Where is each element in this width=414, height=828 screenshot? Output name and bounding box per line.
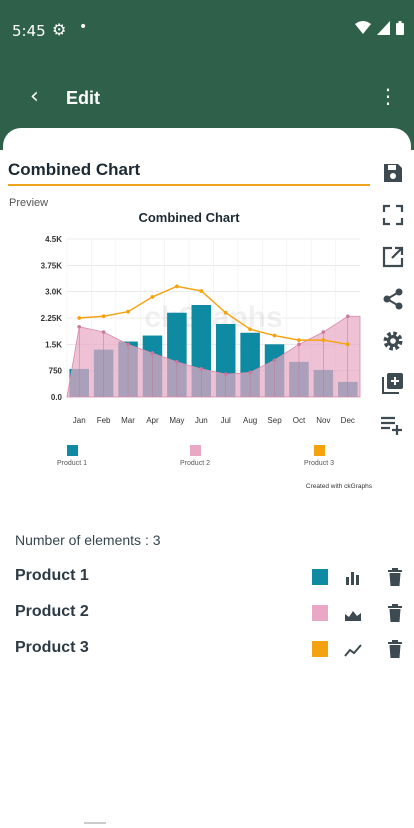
area-point xyxy=(345,314,350,319)
element-name: Product 1 xyxy=(15,567,89,584)
y-tick-label: 1.5K xyxy=(45,340,62,349)
area-point xyxy=(101,330,106,334)
x-tick-label: Sep xyxy=(267,416,282,425)
element-name: Product 3 xyxy=(15,639,89,656)
x-tick-label: Feb xyxy=(97,416,111,425)
line-point xyxy=(101,314,106,319)
line-point xyxy=(126,309,130,314)
more-options-icon[interactable]: ⋮ xyxy=(378,84,398,108)
line-point xyxy=(199,289,204,293)
y-tick-label: 750 xyxy=(49,367,63,376)
element-count: Number of elements : 3 xyxy=(15,532,161,548)
x-tick-label: Aug xyxy=(243,416,257,425)
area-point xyxy=(126,342,130,347)
chart-plot: 0.0 750 1.5K 2.25K 3.0K 3.75K 4.5K ckGraphs Jan F… xyxy=(41,235,361,425)
area-point xyxy=(199,367,204,371)
line-point xyxy=(248,327,253,332)
toolbar-title: Edit xyxy=(66,88,100,108)
chart-preview: Combined Chart 0.0 750 1.5K 2.25K 3.0K 3.75K 4… xyxy=(6,205,372,495)
legend-swatch xyxy=(313,445,325,456)
area-point xyxy=(272,358,277,362)
line-point xyxy=(272,333,277,338)
x-tick-label: Oct xyxy=(293,416,306,425)
line-point xyxy=(174,284,179,289)
toolbar: ‹ Edit ⋮ xyxy=(0,78,414,122)
x-tick-label: Dec xyxy=(341,416,355,425)
line-point xyxy=(77,316,82,320)
legend-label: Product 2 xyxy=(180,460,210,467)
x-tick-label: Jul xyxy=(221,416,231,425)
x-tick-label: Mar xyxy=(121,416,135,425)
area-point xyxy=(175,360,179,364)
signal-icon xyxy=(377,21,390,35)
delete-icon[interactable] xyxy=(387,568,403,586)
chart-credit: Created with ckGraphs xyxy=(305,483,372,490)
chart-title: Combined Chart xyxy=(138,210,240,225)
x-tick-label: Jan xyxy=(73,416,86,425)
y-tick-label: 4.5K xyxy=(45,235,62,244)
delete-icon[interactable] xyxy=(387,604,403,622)
x-tick-label: Nov xyxy=(316,416,330,425)
settings-notification-icon: ⚙ xyxy=(52,20,67,39)
share-icon[interactable] xyxy=(378,284,408,314)
chart-watermark: ckGraphs xyxy=(144,301,282,334)
element-row[interactable]: Product 1 xyxy=(0,563,414,593)
legend-swatch xyxy=(189,445,201,456)
element-row[interactable]: Product 3 xyxy=(0,635,414,665)
area-point xyxy=(248,370,252,375)
status-time: 5:45 xyxy=(12,22,46,40)
legend-product-1: Product 1 xyxy=(42,445,102,467)
settings-icon[interactable] xyxy=(378,326,408,356)
legend-label: Product 3 xyxy=(304,460,334,467)
line-point xyxy=(223,310,228,315)
x-tick-label: Apr xyxy=(146,416,159,425)
line-chart-icon[interactable] xyxy=(344,641,362,659)
color-swatch[interactable] xyxy=(312,641,328,657)
wifi-icon xyxy=(355,21,371,34)
open-external-icon[interactable] xyxy=(378,242,408,272)
playlist-add-icon[interactable] xyxy=(378,410,408,440)
element-row[interactable]: Product 2 xyxy=(0,599,414,629)
delete-icon[interactable] xyxy=(387,640,403,658)
color-swatch[interactable] xyxy=(312,605,328,621)
y-tick-label: 0.0 xyxy=(51,393,63,402)
area-point xyxy=(321,330,326,334)
y-tick-label: 3.0K xyxy=(45,288,62,297)
y-tick-label: 3.75K xyxy=(41,261,63,270)
home-indicator xyxy=(84,822,106,824)
color-swatch[interactable] xyxy=(312,569,328,585)
x-tick-label: Jun xyxy=(195,416,208,425)
add-layer-icon[interactable] xyxy=(378,368,408,398)
legend-swatch xyxy=(66,445,78,456)
back-arrow-icon[interactable]: ‹ xyxy=(30,84,39,109)
legend-label: Product 1 xyxy=(57,460,87,467)
battery-icon xyxy=(396,21,404,35)
legend-product-3: Product 3 xyxy=(289,445,349,467)
line-point xyxy=(345,342,350,347)
line-point xyxy=(150,295,155,299)
line-point xyxy=(321,338,326,343)
area-point xyxy=(77,324,82,329)
notification-dot-icon: • xyxy=(79,19,88,35)
legend-product-2: Product 2 xyxy=(165,445,225,467)
area-point xyxy=(297,342,301,347)
element-name: Product 2 xyxy=(15,603,89,620)
fullscreen-icon[interactable] xyxy=(378,200,408,230)
area-point xyxy=(150,351,155,355)
y-tick-label: 2.25K xyxy=(41,314,63,323)
status-icons xyxy=(355,21,404,35)
status-bar: 5:45 ⚙ • xyxy=(0,0,414,60)
save-icon[interactable] xyxy=(378,158,408,188)
chart-name-input[interactable]: Combined Chart xyxy=(8,160,370,186)
line-point xyxy=(297,338,301,343)
x-tick-label: May xyxy=(169,416,184,425)
area-point xyxy=(223,372,228,376)
area-chart-icon[interactable] xyxy=(344,605,362,623)
bar-chart-icon[interactable] xyxy=(344,569,362,587)
